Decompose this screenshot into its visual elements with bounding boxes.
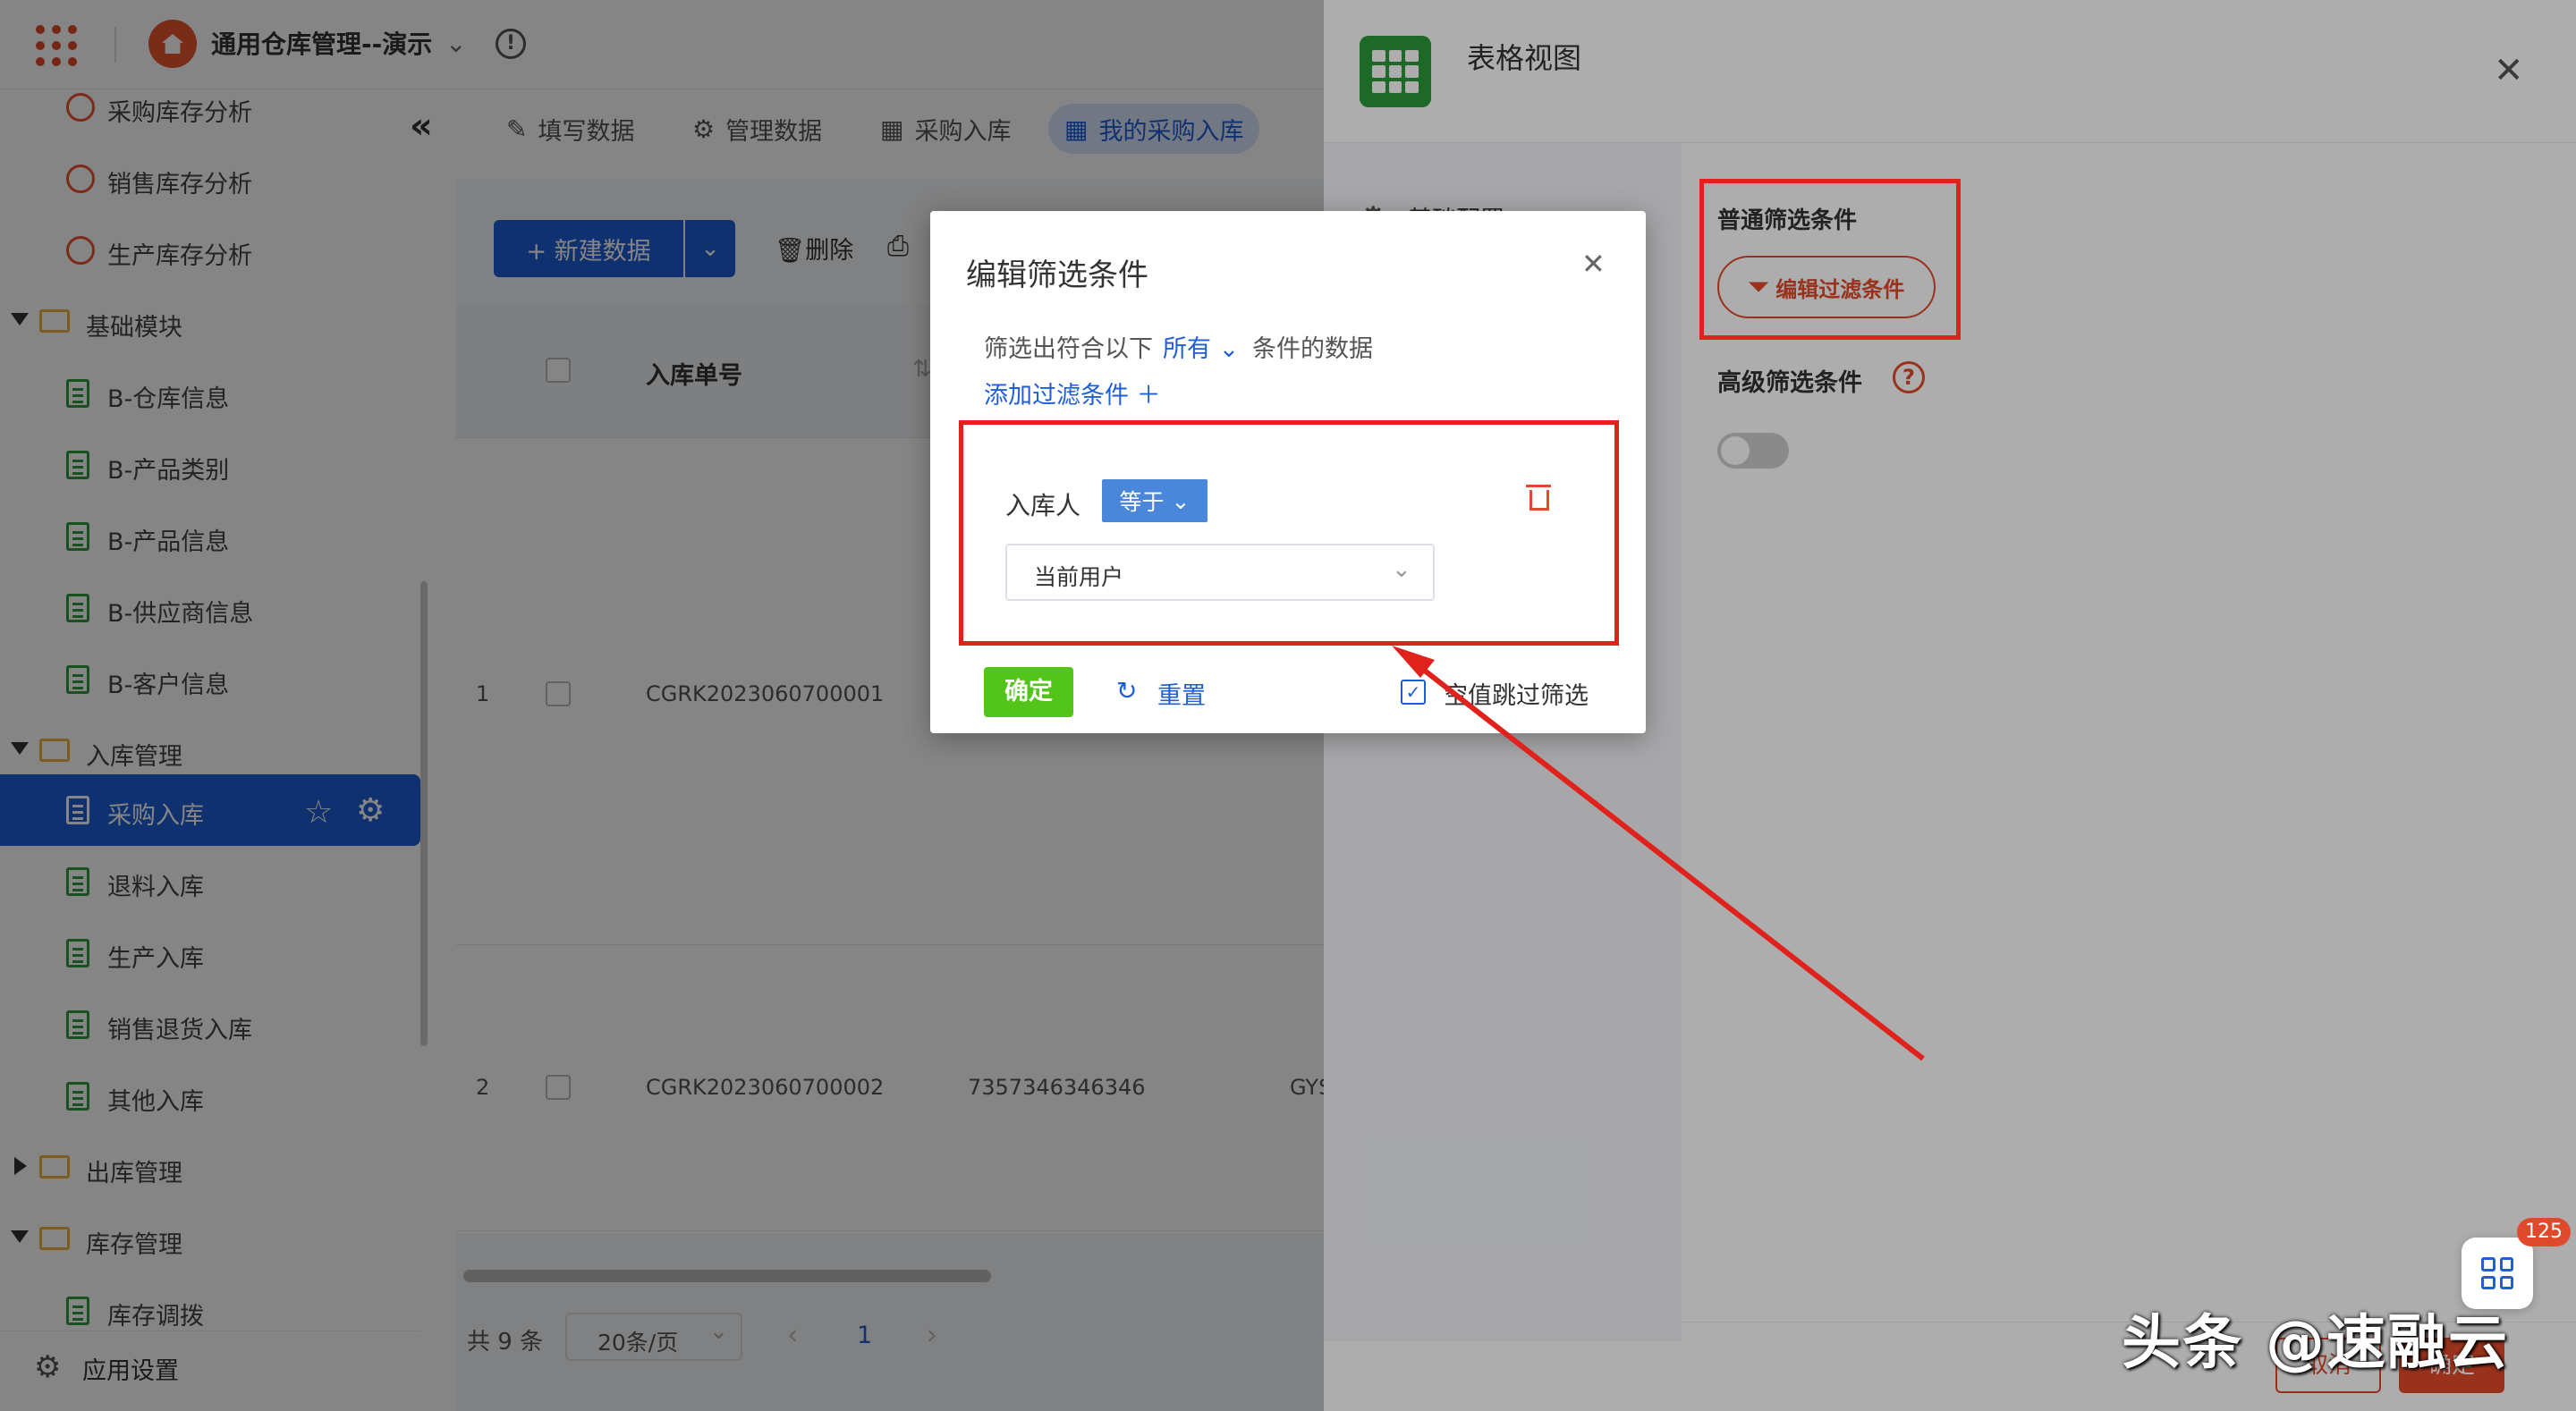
watermark: 头条 @速融云 [2122, 1308, 2509, 1377]
annotation-arrow [1392, 646, 1925, 1061]
notification-badge: 125 [2517, 1218, 2571, 1246]
